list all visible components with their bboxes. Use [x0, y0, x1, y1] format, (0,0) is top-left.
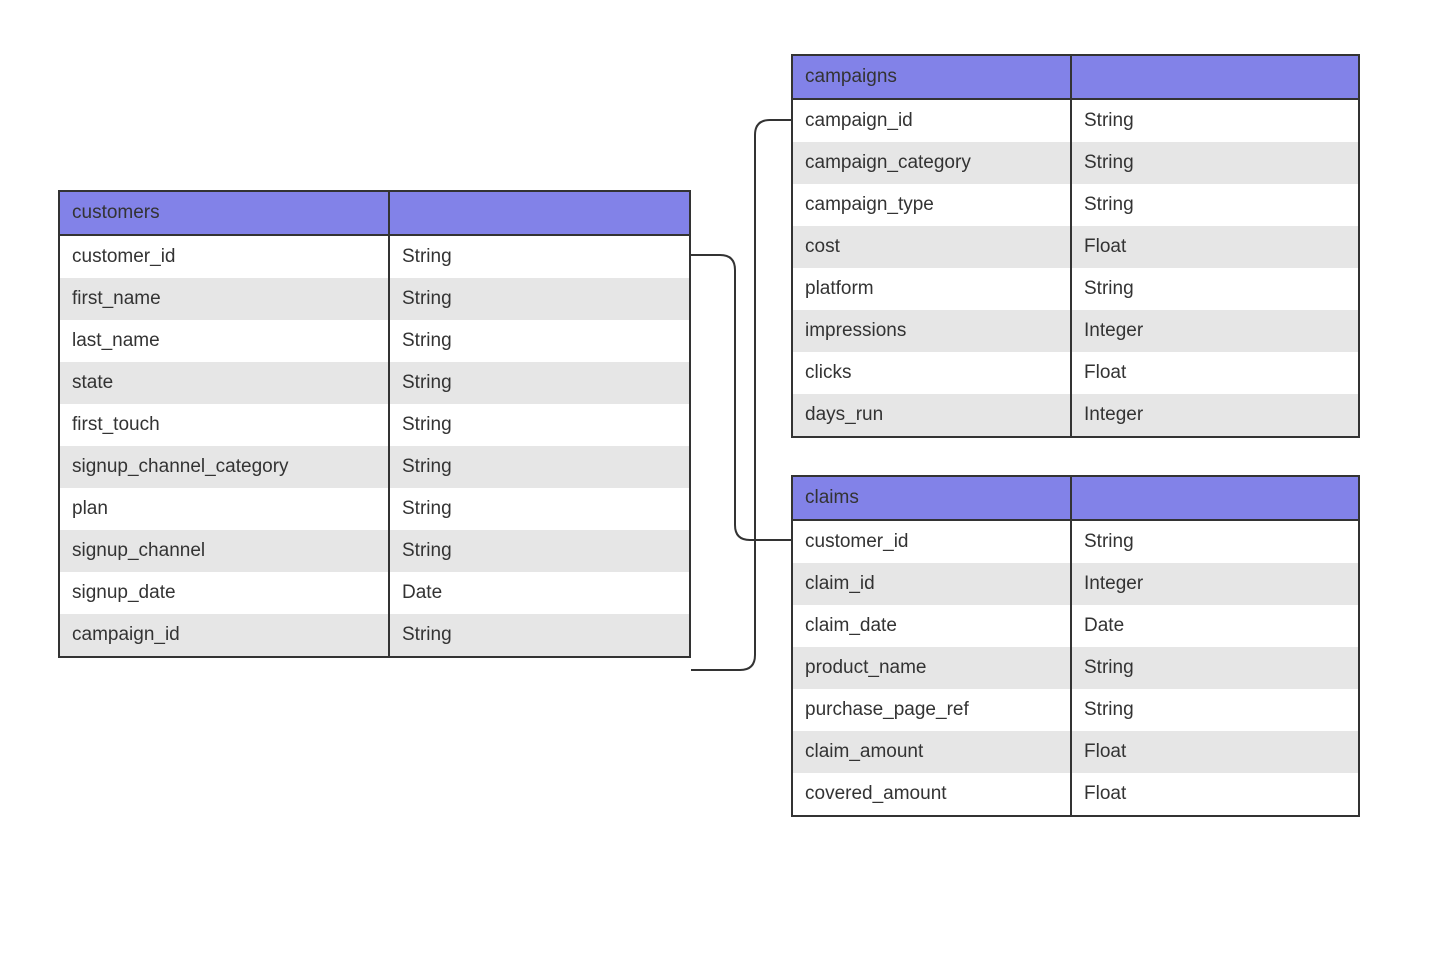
- column-type: Float: [1072, 773, 1358, 815]
- column-name: state: [60, 362, 390, 404]
- column-type: String: [390, 362, 689, 404]
- table-body-customers: customer_idStringfirst_nameStringlast_na…: [60, 236, 689, 656]
- column-name: plan: [60, 488, 390, 530]
- table-row: clicksFloat: [793, 352, 1358, 394]
- column-type: String: [390, 320, 689, 362]
- column-name: signup_date: [60, 572, 390, 614]
- table-name: customers: [60, 192, 390, 234]
- table-header: campaigns: [793, 56, 1358, 100]
- table-row: product_nameString: [793, 647, 1358, 689]
- table-name: campaigns: [793, 56, 1072, 98]
- column-name: campaign_id: [793, 100, 1072, 142]
- column-name: covered_amount: [793, 773, 1072, 815]
- table-row: signup_channel_categoryString: [60, 446, 689, 488]
- column-name: platform: [793, 268, 1072, 310]
- table-header-type: [1072, 56, 1358, 98]
- table-row: days_runInteger: [793, 394, 1358, 436]
- table-name: claims: [793, 477, 1072, 519]
- column-type: Date: [1072, 605, 1358, 647]
- table-row: claim_dateDate: [793, 605, 1358, 647]
- column-name: customer_id: [793, 521, 1072, 563]
- table-row: customer_idString: [793, 521, 1358, 563]
- column-type: Date: [390, 572, 689, 614]
- table-row: platformString: [793, 268, 1358, 310]
- table-row: last_nameString: [60, 320, 689, 362]
- table-row: stateString: [60, 362, 689, 404]
- column-type: String: [390, 404, 689, 446]
- column-name: cost: [793, 226, 1072, 268]
- table-body-campaigns: campaign_idStringcampaign_categoryString…: [793, 100, 1358, 436]
- column-type: Float: [1072, 226, 1358, 268]
- column-name: signup_channel: [60, 530, 390, 572]
- table-row: claim_idInteger: [793, 563, 1358, 605]
- column-type: String: [1072, 268, 1358, 310]
- table-row: campaign_typeString: [793, 184, 1358, 226]
- column-type: String: [390, 236, 689, 278]
- table-row: impressionsInteger: [793, 310, 1358, 352]
- table-row: purchase_page_refString: [793, 689, 1358, 731]
- table-customers: customers customer_idStringfirst_nameStr…: [58, 190, 691, 658]
- column-name: first_name: [60, 278, 390, 320]
- column-type: Integer: [1072, 563, 1358, 605]
- column-type: String: [1072, 142, 1358, 184]
- column-type: String: [390, 446, 689, 488]
- column-name: purchase_page_ref: [793, 689, 1072, 731]
- column-name: product_name: [793, 647, 1072, 689]
- table-body-claims: customer_idStringclaim_idIntegerclaim_da…: [793, 521, 1358, 815]
- column-name: impressions: [793, 310, 1072, 352]
- table-row: first_nameString: [60, 278, 689, 320]
- table-row: customer_idString: [60, 236, 689, 278]
- column-type: String: [390, 614, 689, 656]
- column-name: clicks: [793, 352, 1072, 394]
- column-name: last_name: [60, 320, 390, 362]
- column-name: signup_channel_category: [60, 446, 390, 488]
- column-type: String: [390, 278, 689, 320]
- erd-canvas: customers customer_idStringfirst_nameStr…: [0, 0, 1440, 959]
- table-header: customers: [60, 192, 689, 236]
- table-row: signup_dateDate: [60, 572, 689, 614]
- table-row: planString: [60, 488, 689, 530]
- table-row: claim_amountFloat: [793, 731, 1358, 773]
- column-type: Float: [1072, 731, 1358, 773]
- table-row: costFloat: [793, 226, 1358, 268]
- column-name: first_touch: [60, 404, 390, 446]
- table-claims: claims customer_idStringclaim_idIntegerc…: [791, 475, 1360, 817]
- column-name: customer_id: [60, 236, 390, 278]
- table-header-type: [1072, 477, 1358, 519]
- table-row: covered_amountFloat: [793, 773, 1358, 815]
- column-type: Integer: [1072, 394, 1358, 436]
- table-row: first_touchString: [60, 404, 689, 446]
- table-header: claims: [793, 477, 1358, 521]
- column-type: String: [1072, 521, 1358, 563]
- column-type: Float: [1072, 352, 1358, 394]
- column-type: String: [1072, 647, 1358, 689]
- table-campaigns: campaigns campaign_idStringcampaign_cate…: [791, 54, 1360, 438]
- column-type: String: [390, 530, 689, 572]
- column-type: String: [1072, 689, 1358, 731]
- column-name: campaign_id: [60, 614, 390, 656]
- connector-customers-campaigns: [691, 120, 791, 670]
- column-name: claim_amount: [793, 731, 1072, 773]
- column-name: claim_id: [793, 563, 1072, 605]
- column-type: String: [1072, 184, 1358, 226]
- column-type: String: [1072, 100, 1358, 142]
- table-row: campaign_idString: [793, 100, 1358, 142]
- column-name: campaign_type: [793, 184, 1072, 226]
- column-name: campaign_category: [793, 142, 1072, 184]
- table-row: campaign_idString: [60, 614, 689, 656]
- column-name: days_run: [793, 394, 1072, 436]
- table-row: signup_channelString: [60, 530, 689, 572]
- table-row: campaign_categoryString: [793, 142, 1358, 184]
- connector-customers-claims: [691, 255, 791, 540]
- column-type: Integer: [1072, 310, 1358, 352]
- table-header-type: [390, 192, 689, 234]
- column-name: claim_date: [793, 605, 1072, 647]
- column-type: String: [390, 488, 689, 530]
